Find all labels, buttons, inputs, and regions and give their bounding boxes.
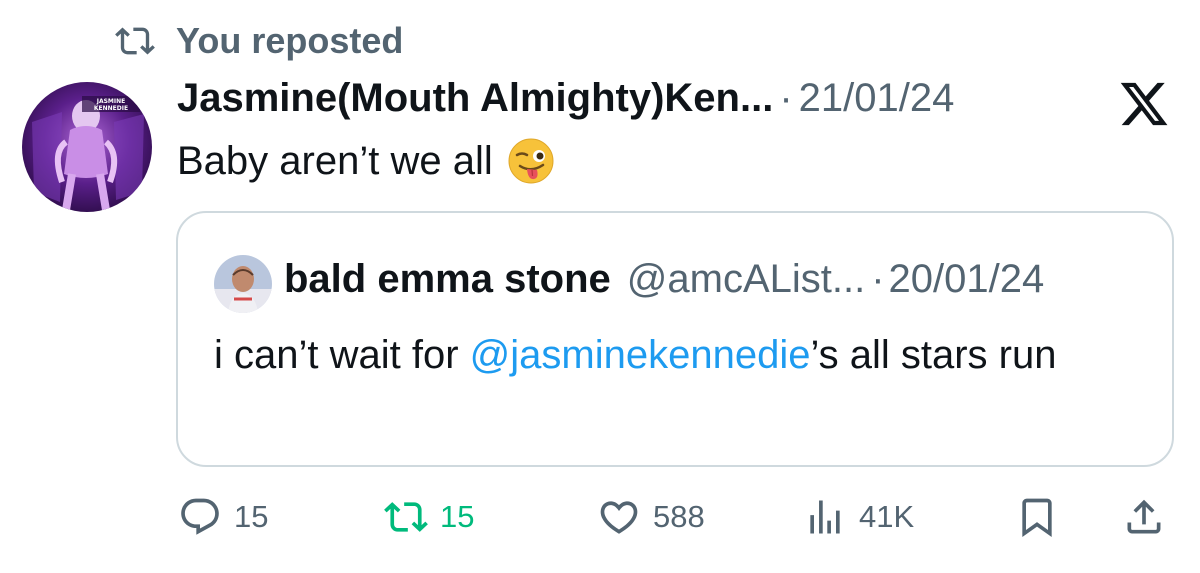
x-logo-icon <box>1115 78 1173 130</box>
like-count: 588 <box>653 499 705 534</box>
tweet-date[interactable]: 21/01/24 <box>799 76 955 121</box>
analytics-icon <box>810 500 840 534</box>
svg-text:JASMINE: JASMINE <box>96 98 126 105</box>
views-button[interactable]: 41K <box>803 492 914 542</box>
bookmark-icon <box>1022 498 1052 538</box>
reply-count: 15 <box>234 499 269 534</box>
reply-button[interactable]: 15 <box>178 492 268 542</box>
share-button[interactable] <box>1122 492 1166 542</box>
views-count: 41K <box>859 499 915 534</box>
quoted-text-after: ’s all stars run <box>810 333 1057 377</box>
author-name[interactable]: Jasmine(Mouth Almighty)Ken... <box>177 76 773 121</box>
quoted-tweet-header: bald emma stone @amcAList... · 20/01/24 <box>284 257 1044 302</box>
quoted-author-handle[interactable]: @amcAList... <box>627 257 865 302</box>
action-bar: 15 15 588 41K <box>0 492 1200 542</box>
quoted-author-avatar[interactable] <box>214 255 272 313</box>
quoted-tweet-date[interactable]: 20/01/24 <box>889 257 1045 302</box>
quoted-author-name[interactable]: bald emma stone <box>284 257 611 302</box>
tweet-text: Baby aren’t we all <box>177 137 555 185</box>
quoted-text-before: i can’t wait for <box>214 333 470 377</box>
like-button[interactable]: 588 <box>597 492 705 542</box>
author-avatar[interactable]: JASMINE KENNEDIE <box>22 82 152 212</box>
reply-icon <box>181 498 219 535</box>
bookmark-button[interactable] <box>1015 492 1059 542</box>
tweet-header: Jasmine(Mouth Almighty)Ken... · 21/01/24 <box>177 76 954 121</box>
repost-count: 15 <box>440 499 475 534</box>
tweet-card[interactable]: You reposted JASMINE KENNEDIE Jasmine(Mo… <box>0 0 1200 573</box>
separator-dot: · <box>871 257 885 301</box>
tweet-text-content: Baby aren’t we all <box>177 138 493 183</box>
repost-icon <box>110 21 160 61</box>
heart-icon <box>600 501 638 534</box>
separator-dot: · <box>779 76 793 120</box>
svg-text:KENNEDIE: KENNEDIE <box>94 105 128 112</box>
mention-link[interactable]: @jasminekennedie <box>470 333 811 377</box>
repost-label: You reposted <box>176 20 404 61</box>
share-icon <box>1127 499 1161 534</box>
quoted-tweet[interactable]: bald emma stone @amcAList... · 20/01/24 … <box>176 211 1174 467</box>
repost-banner: You reposted <box>110 20 403 62</box>
quoted-tweet-text: i can’t wait for @jasminekennedie’s all … <box>214 327 1114 383</box>
repost-icon <box>384 502 428 532</box>
winking-face-with-tongue-icon <box>507 137 555 185</box>
repost-button[interactable]: 15 <box>384 492 474 542</box>
